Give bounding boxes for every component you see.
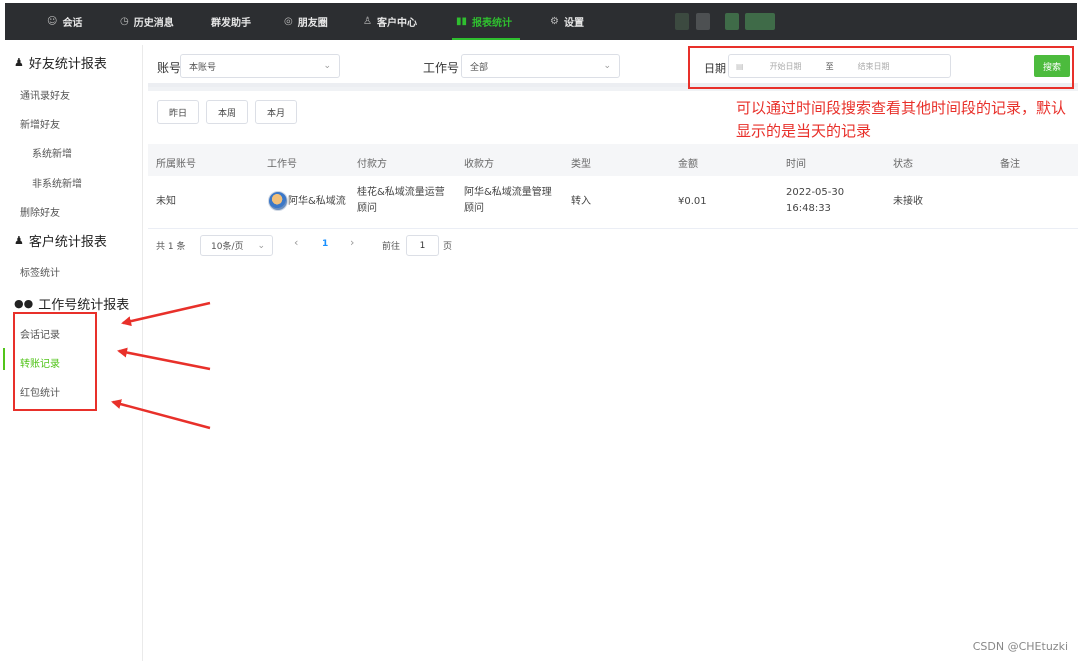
active-indicator <box>3 348 5 370</box>
nav-reports[interactable]: ▮▮ 报表统计 <box>451 3 521 40</box>
chevron-down-icon: ⌄ <box>603 61 611 71</box>
person-icon: ♟ <box>14 234 24 247</box>
watermark: CSDN @CHEtuzki <box>972 640 1068 653</box>
cell-type: 转入 <box>571 196 591 207</box>
workno-select[interactable]: 全部 ⌄ <box>461 54 620 78</box>
nav-customers[interactable]: ♙ 客户中心 <box>363 3 417 40</box>
column-header: 收款方 <box>464 159 494 170</box>
page-unit-label: 页 <box>443 242 453 252</box>
person-icon: ♟ <box>14 56 24 69</box>
cell-payer: 桂花&私域流量运营顾问 <box>357 187 445 214</box>
sidebar-section-customers[interactable]: ♟ 客户统计报表 <box>14 231 107 250</box>
sidebar-section-workno[interactable]: ●● 工作号统计报表 <box>14 294 129 313</box>
yesterday-button[interactable]: 昨日 <box>157 100 199 124</box>
section-title: 好友统计报表 <box>28 57 107 72</box>
pagination: 共 1 条 10条/页 ⌄ ‹ 1 › 前往 1 页 <box>148 231 1078 261</box>
nav-label: 设置 <box>563 18 584 29</box>
this-week-button[interactable]: 本周 <box>206 100 248 124</box>
cell-account: 未知 <box>156 196 176 207</box>
annotation-box-date <box>688 46 1074 89</box>
nav-label: 朋友圈 <box>297 18 328 29</box>
nav-label: 报表统计 <box>472 18 513 29</box>
wechat-icon: ●● <box>14 297 34 310</box>
nav-label: 历史消息 <box>133 18 174 29</box>
column-header: 工作号 <box>267 159 297 170</box>
content-panel: 昨日 本周 本月 所属账号 工作号 付款方 收款方 类型 金额 时间 状态 备注… <box>148 91 1078 661</box>
annotation-box-sidebar <box>13 312 97 411</box>
next-page-button[interactable]: › <box>350 236 354 249</box>
this-month-button[interactable]: 本月 <box>255 100 297 124</box>
nav-settings[interactable]: ⚙ 设置 <box>550 3 584 40</box>
nav-label: 会话 <box>62 18 83 29</box>
column-header: 付款方 <box>357 159 387 170</box>
sidebar-item-system-new[interactable]: 系统新增 <box>32 145 72 160</box>
nav-broadcast[interactable]: 群发助手 <box>211 3 251 40</box>
section-title: 工作号统计报表 <box>38 298 130 313</box>
column-header: 类型 <box>571 159 591 170</box>
chevron-down-icon: ⌄ <box>323 61 331 71</box>
blurred-account-icon <box>725 13 739 30</box>
column-header: 金额 <box>678 159 698 170</box>
sidebar-item-deleted-friends[interactable]: 删除好友 <box>20 204 60 219</box>
current-page[interactable]: 1 <box>322 239 328 249</box>
nav-label: 群发助手 <box>211 18 251 29</box>
column-header: 时间 <box>786 159 806 170</box>
bar-chart-icon: ▮▮ <box>456 16 468 27</box>
cell-status: 未接收 <box>893 196 923 207</box>
moments-icon: ◎ <box>284 16 293 27</box>
user-icon: ♙ <box>363 16 372 27</box>
blurred-account-icon <box>675 13 689 30</box>
nav-history[interactable]: ◷ 历史消息 <box>120 3 174 40</box>
page-size-select[interactable]: 10条/页 ⌄ <box>200 235 273 256</box>
column-header: 状态 <box>893 159 913 170</box>
account-select[interactable]: 本账号 ⌄ <box>180 54 340 78</box>
cell-payee: 阿华&私域流量管理顾问 <box>464 187 552 214</box>
goto-label: 前往 <box>382 242 401 252</box>
annotation-text: 可以通过时间段搜索查看其他时间段的记录，默认显示的是当天的记录 <box>736 99 1067 140</box>
total-count: 共 1 条 <box>156 242 186 252</box>
page-size-value: 10条/页 <box>211 242 244 252</box>
blurred-account-name <box>745 13 775 30</box>
column-header: 备注 <box>1000 159 1020 170</box>
sidebar-item-non-system-new[interactable]: 非系统新增 <box>32 175 82 190</box>
table-row[interactable]: 未知 阿华&私域流 桂花&私域流量运营顾问 阿华&私域流量管理顾问 转入 ¥0.… <box>148 176 1078 229</box>
blurred-account-icon <box>696 13 710 30</box>
sidebar-item-new-friends[interactable]: 新增好友 <box>20 116 60 131</box>
nav-chat[interactable]: ☺ 会话 <box>47 3 82 40</box>
gear-icon: ⚙ <box>550 16 559 27</box>
nav-moments[interactable]: ◎ 朋友圈 <box>284 3 328 40</box>
top-nav: ☺ 会话 ◷ 历史消息 群发助手 ◎ 朋友圈 ♙ 客户中心 ▮▮ 报表统计 ⚙ 设置 <box>5 3 1077 40</box>
clock-icon: ◷ <box>120 16 129 27</box>
cell-workno: 阿华&私域流 <box>288 196 346 207</box>
chat-icon: ☺ <box>47 16 58 27</box>
nav-label: 客户中心 <box>376 18 417 29</box>
avatar <box>268 191 288 211</box>
page: ☺ 会话 ◷ 历史消息 群发助手 ◎ 朋友圈 ♙ 客户中心 ▮▮ 报表统计 ⚙ 设置 ♟ 好友… <box>0 0 1080 661</box>
section-title: 客户统计报表 <box>28 235 107 250</box>
table-header: 所属账号 工作号 付款方 收款方 类型 金额 时间 状态 备注 <box>148 144 1078 176</box>
goto-page-input[interactable]: 1 <box>406 235 439 256</box>
sidebar-item-contacts[interactable]: 通讯录好友 <box>20 87 70 102</box>
prev-page-button[interactable]: ‹ <box>294 236 298 249</box>
sidebar-item-tags[interactable]: 标签统计 <box>20 264 60 279</box>
sidebar-section-friends[interactable]: ♟ 好友统计报表 <box>14 53 107 72</box>
cell-amount: ¥0.01 <box>678 196 707 207</box>
workno-label: 工作号 <box>423 61 460 75</box>
account-label: 账号 <box>157 61 182 75</box>
cell-time: 2022-05-30 16:48:33 <box>786 187 845 214</box>
workno-value: 全部 <box>470 62 489 73</box>
chevron-down-icon: ⌄ <box>257 240 265 251</box>
account-value: 本账号 <box>189 62 217 73</box>
column-header: 所属账号 <box>156 159 196 170</box>
